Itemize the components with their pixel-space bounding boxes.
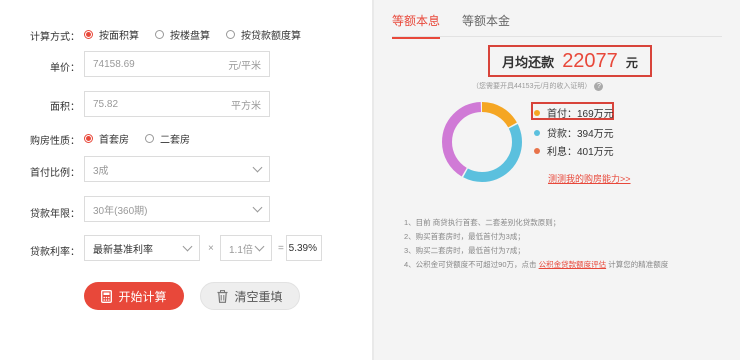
tab-equal-principal[interactable]: 等额本金 [462,12,510,39]
rate-multiplier-select[interactable]: 1.1倍 [220,235,272,261]
clear-form-button[interactable]: 清空重填 [200,282,300,310]
radio-dot-icon [84,30,93,39]
monthly-payment-value: 22077 [562,50,618,72]
payment-breakdown-chart [442,102,522,182]
loan-term-label: 贷款年限： [30,209,80,220]
monthly-payment-box: 月均还款 22077 元 [488,45,652,77]
legend-dot-icon [534,129,540,136]
equals-symbol: = [278,243,284,254]
calc-method-label: 计算方式： [30,32,80,43]
radio-by-project[interactable]: 按楼盘算 [155,27,210,42]
radio-dot-icon [155,30,164,39]
legend-item-loan: 贷款： 394万元 [534,125,614,140]
down-payment-label: 首付比例： [30,168,80,179]
rate-result-field: 5.39% [286,235,322,261]
unit-price-input[interactable]: 74158.69 元/平米 [84,51,270,77]
income-proof-note: （您需要开具44153元/月的收入证明） ? [472,81,604,91]
question-icon[interactable]: ? [594,81,604,91]
note-item: 2、购买首套房时，最低首付为3成； [404,232,525,241]
tab-underline [392,36,722,37]
down-payment-select[interactable]: 3成 [84,156,270,182]
legend-item-interest: 利息： 401万元 [534,143,614,158]
times-symbol: × [208,243,214,254]
property-type-options: 首套房 二套房 [84,131,206,146]
chevron-down-icon [252,202,263,212]
fund-loan-assessment-link[interactable]: 公积金贷款额度评估 [539,260,607,269]
monthly-payment-unit: 元 [625,56,638,70]
chevron-down-icon [254,241,265,251]
tab-equal-installment[interactable]: 等额本息 [392,12,441,39]
rate-label: 贷款利率： [30,247,80,258]
purchase-capacity-link[interactable]: 测测我的购房能力>> [548,172,631,185]
radio-first-home[interactable]: 首套房 [84,131,129,146]
calc-method-options: 按面积算 按楼盘算 按贷款额度算 [84,27,317,42]
trash-icon [217,289,228,303]
note-item: 1、目前 商贷执行首套、二套差别化贷款原则； [404,218,561,227]
note-item: 3、购买二套房时，最低首付为7成； [404,246,525,255]
radio-dot-icon [145,134,154,143]
radio-dot-icon [84,134,93,143]
monthly-payment-label: 月均还款 [502,55,555,70]
chevron-down-icon [252,162,263,172]
chevron-down-icon [182,241,193,251]
unit-price-label: 单价： [50,63,80,74]
radio-dot-icon [226,30,235,39]
area-label: 面积： [50,102,80,113]
loan-term-select[interactable]: 30年(360期) [84,196,270,222]
start-calculation-button[interactable]: 开始计算 [84,282,184,310]
notes-list: 1、目前 商贷执行首套、二套差别化贷款原则； 2、购买首套房时，最低首付为3成；… [404,216,668,272]
base-rate-select[interactable]: 最新基准利率 [84,235,200,261]
radio-by-loan-amount[interactable]: 按贷款额度算 [226,27,301,42]
area-input[interactable]: 75.82 平方米 [84,91,270,117]
legend-dot-icon [534,147,540,154]
note-item: 4、公积金可贷额度不可超过90万，点击 公积金贷款额度评估 计算您的精准额度 [404,260,669,269]
legend-item-down-payment: 首付： 169万元 [534,105,614,120]
radio-second-home[interactable]: 二套房 [145,131,190,146]
radio-by-area[interactable]: 按面积算 [84,27,139,42]
calculator-icon [101,289,113,303]
repayment-tabs: 等额本息 等额本金 [392,12,532,39]
property-type-label: 购房性质： [30,136,80,147]
legend-dot-icon [534,109,540,116]
